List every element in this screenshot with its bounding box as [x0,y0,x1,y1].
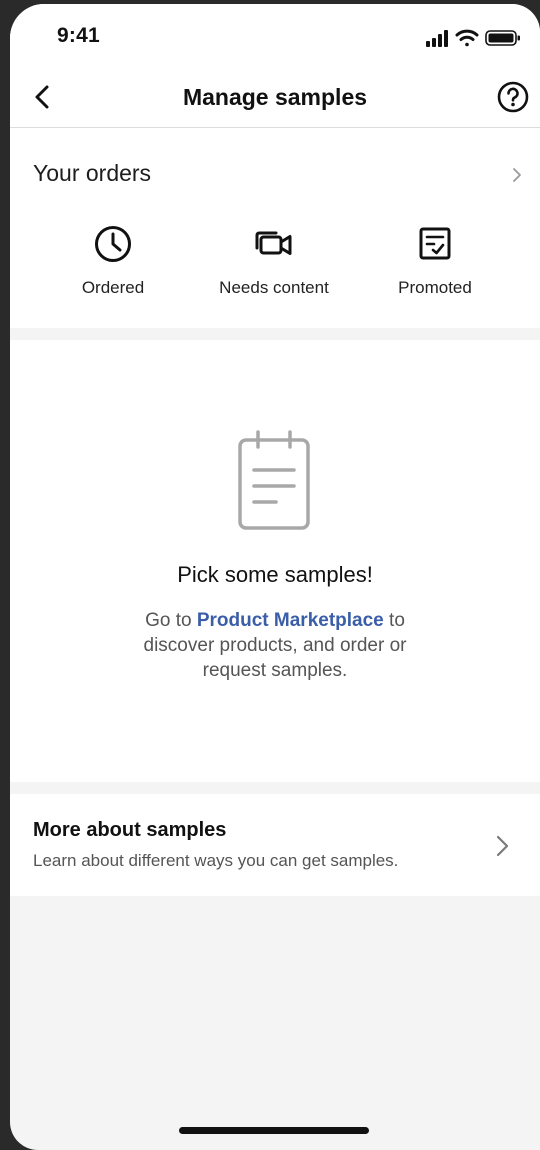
more-about-title: More about samples [33,819,227,841]
empty-desc-prefix: Go to [145,610,197,631]
empty-state-description: Go to Product Marketplace to discover pr… [110,608,440,683]
checked-document-icon [419,227,451,260]
orders-title-link[interactable]: Your orders [33,160,151,187]
question-circle-icon [497,81,529,113]
home-indicator[interactable] [179,1127,369,1134]
status-time: 9:41 [57,24,100,47]
empty-desc-rest: discover products, and order or request … [143,635,407,681]
order-status-label: Promoted [398,278,472,297]
empty-state-title: Pick some samples! [177,562,373,587]
help-button[interactable] [496,80,530,114]
battery-icon [485,30,520,46]
more-about-subtitle: Learn about different ways you can get s… [33,851,399,870]
order-status-needs-content[interactable]: Needs content [194,222,354,298]
order-status-promoted[interactable]: Promoted [355,222,515,298]
chevron-right-icon [494,834,510,858]
more-about-samples-row[interactable]: More about samples Learn about different… [10,794,540,896]
status-icons [426,28,522,48]
notepad-icon [238,430,310,530]
page-title: Manage samples [182,84,368,110]
video-camera-icon [255,231,292,255]
navigation-bar: Manage samples [10,66,540,128]
wifi-icon [455,29,479,47]
status-bar: 9:41 [10,4,540,66]
empty-state: Pick some samples! Go to Product Marketp… [10,340,540,782]
orders-section: Your orders Ordered Needs content Promot… [10,128,540,328]
order-status-label: Needs content [219,278,329,297]
cellular-signal-icon [426,30,448,47]
product-marketplace-link[interactable]: Product Marketplace [197,610,384,631]
order-status-label: Ordered [81,278,145,297]
order-status-ordered[interactable]: Ordered [33,222,193,298]
phone-screen: 9:41 Manage samples Your orders Ordered … [10,4,540,1150]
chevron-right-icon[interactable] [510,166,524,184]
empty-desc-line1-suffix: to [383,610,405,631]
clock-icon [95,226,131,262]
